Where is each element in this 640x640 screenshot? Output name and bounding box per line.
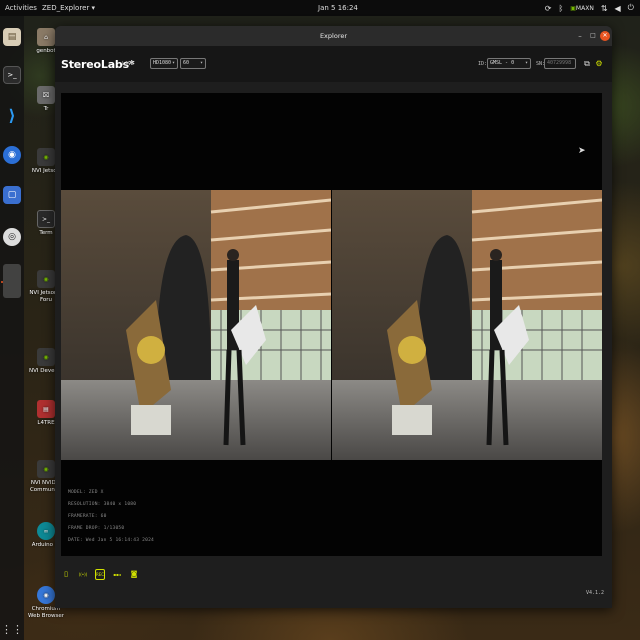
power-icon[interactable]: ⏻ bbox=[628, 3, 634, 13]
bottom-toolbar: ▯ ((•)) REC ▪▪◂ ◙ bbox=[61, 569, 139, 581]
window-titlebar[interactable]: Explorer – □ ✕ bbox=[55, 26, 612, 46]
video-view[interactable]: ➤ MODEL: ZED X RESOLUTION: 3840 x 1080 F… bbox=[61, 93, 602, 556]
desktop-icon-label: L4TRE bbox=[37, 420, 55, 426]
files-icon[interactable]: ▤ bbox=[3, 28, 21, 46]
maximize-button[interactable]: □ bbox=[588, 31, 598, 41]
bluetooth-icon[interactable]: ᛒ bbox=[558, 4, 563, 13]
live-status: LIVE bbox=[122, 61, 135, 67]
resolution-select[interactable]: HD1080 ▾ bbox=[150, 58, 178, 69]
document-icon: ▤ bbox=[37, 400, 55, 418]
info-frame-drop: FRAME DROP: 1/13050 bbox=[68, 526, 125, 531]
nvidia-icon: ◉ bbox=[37, 348, 55, 366]
close-button[interactable]: ✕ bbox=[600, 31, 610, 41]
desktop-icon-label: Tr bbox=[43, 106, 49, 112]
system-tray[interactable]: ⟳ ᛒ ▣MAXN ⇅ ◀ ⏻ bbox=[545, 3, 634, 13]
app-header: StereoLabs* LIVE HD1080 ▾ 60 ▾ ID: GMSL - … bbox=[55, 46, 612, 82]
nvidia-icon: ◉ bbox=[37, 148, 55, 166]
clock[interactable]: Jan 5 16:24 bbox=[318, 4, 358, 12]
camera-id-select[interactable]: GMSL - 0 ▾ bbox=[487, 58, 531, 69]
nvidia-icon: ◉ bbox=[37, 460, 55, 478]
zed-explorer-dock-icon[interactable] bbox=[3, 264, 21, 298]
desktop-icon-label: Term bbox=[39, 230, 53, 236]
trash-icon: ⌧ bbox=[37, 86, 55, 104]
info-resolution: RESOLUTION: 3840 x 1080 bbox=[68, 502, 137, 507]
arduino-icon: ∞ bbox=[37, 522, 55, 540]
activities-button[interactable]: Activities bbox=[5, 4, 37, 12]
chromium-icon: ◉ bbox=[37, 586, 55, 604]
fps-select[interactable]: 60 ▾ bbox=[180, 58, 206, 69]
home-folder-icon: ⌂ bbox=[37, 28, 55, 46]
camera-id-value: GMSL - 0 bbox=[490, 60, 515, 66]
terminal-icon[interactable]: >_ bbox=[3, 66, 21, 84]
nvidia-icon: ◉ bbox=[37, 270, 55, 288]
camera-id-label: ID: bbox=[478, 61, 488, 67]
dock: ▤ >_ ⟩ ◉ ▢ ◎ ⋮⋮ bbox=[0, 16, 24, 640]
explorer-window: Explorer – □ ✕ StereoLabs* LIVE HD1080 ▾ … bbox=[55, 26, 612, 608]
volume-icon[interactable]: ◀ bbox=[615, 4, 621, 13]
power-mode-label: MAXN bbox=[575, 4, 594, 12]
right-camera-image bbox=[332, 190, 602, 460]
minimize-button[interactable]: – bbox=[575, 31, 585, 41]
chevron-down-icon: ▾ bbox=[524, 60, 528, 66]
vscode-icon[interactable]: ⟩ bbox=[3, 106, 21, 125]
desktop-icon-label: genbot bbox=[36, 48, 56, 54]
mouse-cursor-icon: ➤ bbox=[578, 146, 586, 156]
left-camera-image bbox=[61, 190, 331, 460]
camera-icon[interactable]: ◙ bbox=[129, 569, 139, 580]
chevron-down-icon: ▾ bbox=[199, 60, 203, 66]
window-title: Explorer bbox=[319, 32, 348, 40]
copy-icon[interactable]: ⧉ bbox=[582, 58, 592, 69]
stream-icon[interactable]: ((•)) bbox=[77, 569, 89, 580]
network-icon[interactable]: ⇅ bbox=[601, 4, 608, 13]
info-date: DATE: Wed Jan 5 16:14:43 2024 bbox=[68, 538, 155, 543]
info-framerate: FRAMERATE: 60 bbox=[68, 514, 107, 519]
version-label: V4.1.2 bbox=[586, 590, 605, 596]
fps-value: 60 bbox=[183, 60, 190, 66]
video-mode-icon[interactable]: ▪▪◂ bbox=[111, 569, 123, 580]
gear-icon[interactable]: ⚙ bbox=[594, 58, 604, 69]
info-model: MODEL: ZED X bbox=[68, 490, 104, 495]
chevron-down-icon: ▾ bbox=[171, 60, 175, 66]
running-indicator bbox=[1, 281, 3, 283]
open-file-icon[interactable]: ▯ bbox=[61, 569, 71, 580]
serial-number-field: 40729998 bbox=[544, 58, 576, 69]
app-menu[interactable]: ZED_Explorer ▾ bbox=[42, 4, 95, 12]
show-apps-icon[interactable]: ⋮⋮ bbox=[1, 620, 23, 638]
screenshot-tool-icon[interactable]: ▢ bbox=[3, 186, 21, 204]
chromium-icon[interactable]: ◉ bbox=[3, 146, 21, 164]
top-bar: Activities ZED_Explorer ▾ Jan 5 16:24 ⟳ … bbox=[0, 0, 640, 16]
obs-icon[interactable]: ◎ bbox=[3, 228, 21, 246]
record-icon[interactable]: REC bbox=[95, 569, 105, 580]
terminal-icon: >_ bbox=[37, 210, 55, 228]
update-icon[interactable]: ⟳ bbox=[545, 4, 552, 13]
power-mode-indicator[interactable]: ▣MAXN bbox=[570, 5, 594, 12]
resolution-value: HD1080 bbox=[153, 60, 172, 66]
